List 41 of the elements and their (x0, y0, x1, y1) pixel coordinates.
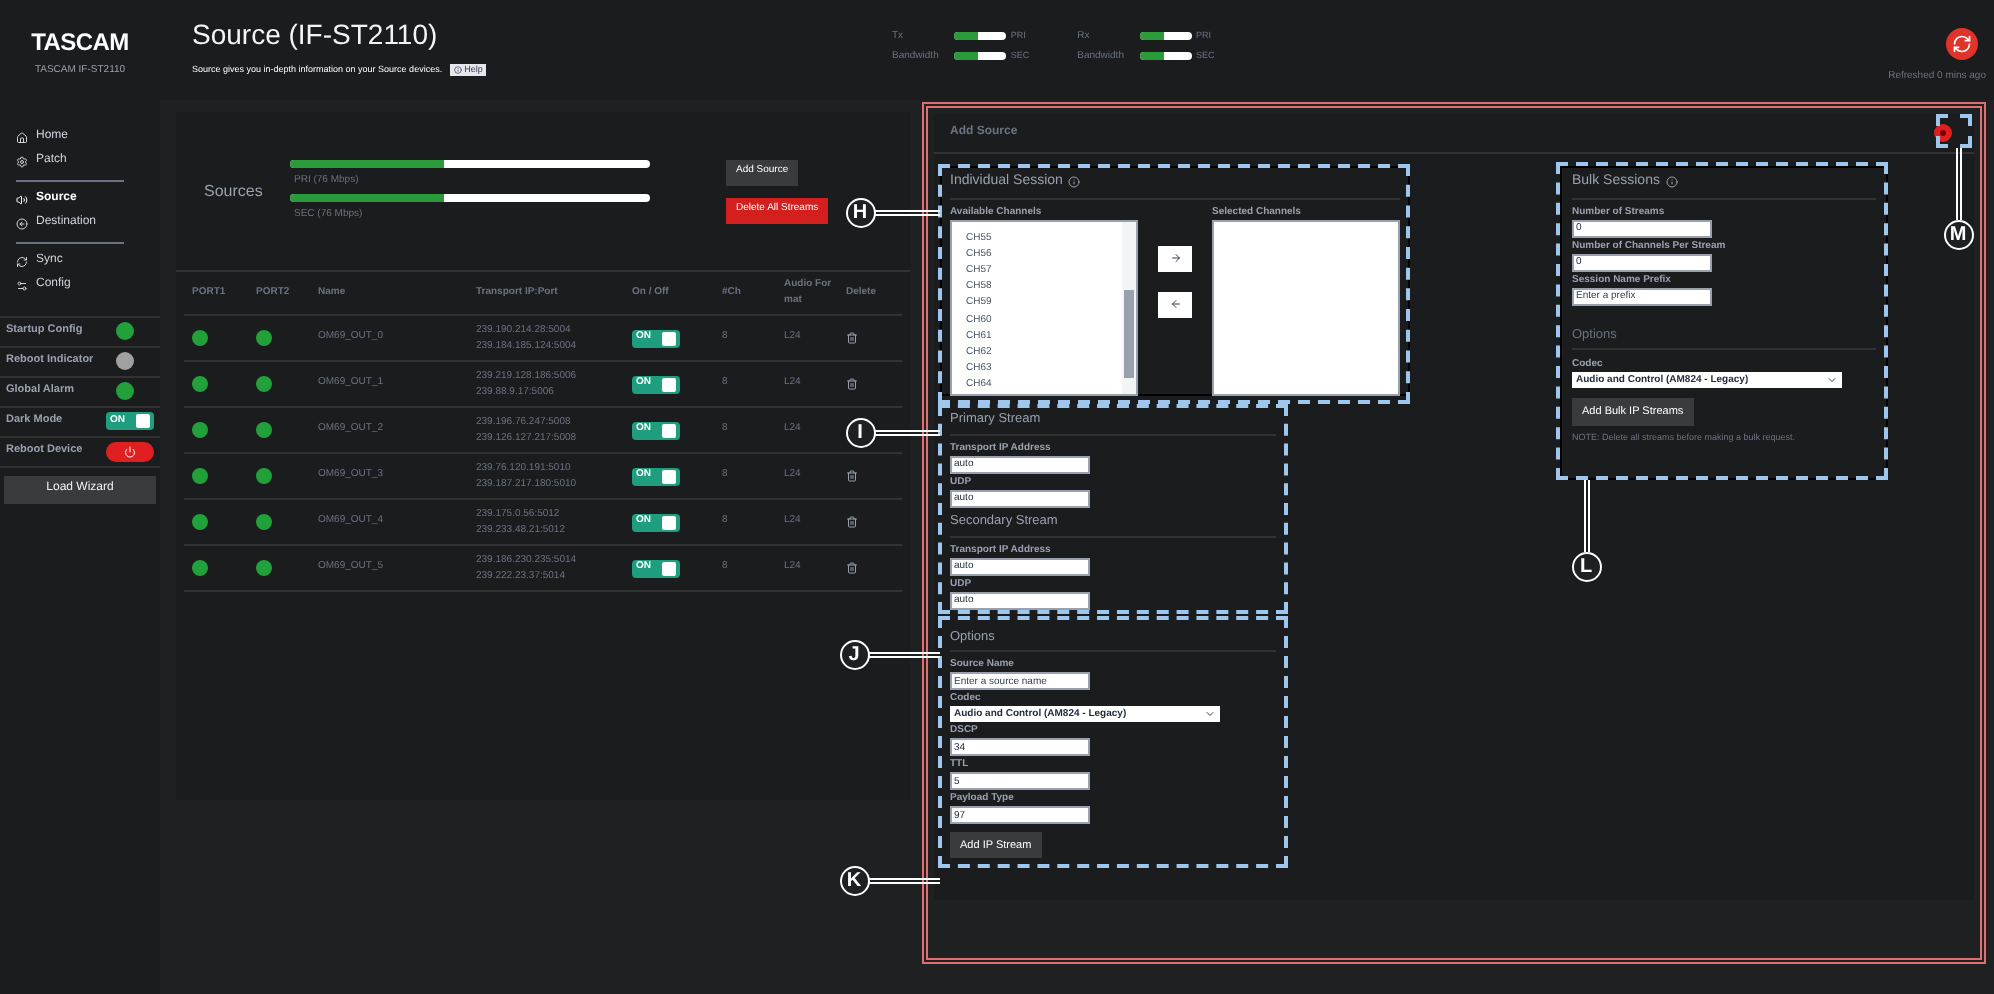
leader-line (1956, 148, 1962, 220)
selected-channel-list[interactable] (1212, 219, 1400, 395)
bandwidth-meter (1139, 52, 1192, 61)
refresh-icon[interactable] (1946, 28, 1978, 60)
trash-icon[interactable] (846, 332, 858, 344)
gear-icon (16, 155, 28, 167)
chevron-icon (1204, 708, 1216, 721)
sources-heading: Sources (204, 179, 265, 203)
close-button[interactable] (1934, 124, 1952, 142)
home-icon (16, 131, 28, 143)
trash-icon[interactable] (846, 562, 858, 574)
power-button[interactable] (106, 441, 154, 461)
leader-line (874, 430, 940, 436)
bandwidth-meter (1139, 32, 1192, 41)
trash-icon[interactable] (846, 470, 858, 482)
trash-icon[interactable] (846, 378, 858, 390)
page-title: Source (IF-ST2110) (192, 18, 440, 50)
leader-line (868, 878, 940, 884)
right-arrow-icon (1169, 252, 1181, 264)
scrollbar[interactable] (1122, 221, 1136, 393)
speaker-icon (16, 193, 28, 205)
leader-line (868, 652, 940, 658)
power-icon (124, 445, 136, 457)
leader-line (874, 210, 940, 216)
sync-icon (16, 255, 28, 267)
brand-logo: TASCAM (31, 26, 129, 60)
chevron-icon (1826, 374, 1838, 387)
move-right-button[interactable] (1158, 245, 1192, 271)
bandwidth-meter (954, 52, 1007, 61)
info-icon (1665, 176, 1678, 189)
leader-line (1584, 480, 1590, 552)
arrow-circle-icon (16, 217, 28, 229)
move-left-button[interactable] (1158, 291, 1192, 317)
left-arrow-icon (1169, 298, 1181, 310)
bandwidth-meter (954, 32, 1007, 41)
callout-frame (1936, 114, 1972, 148)
callout-marker: K (839, 865, 869, 895)
gears-icon (16, 279, 28, 291)
trash-icon[interactable] (846, 516, 858, 528)
info-icon (454, 66, 463, 75)
info-icon (1068, 176, 1081, 189)
